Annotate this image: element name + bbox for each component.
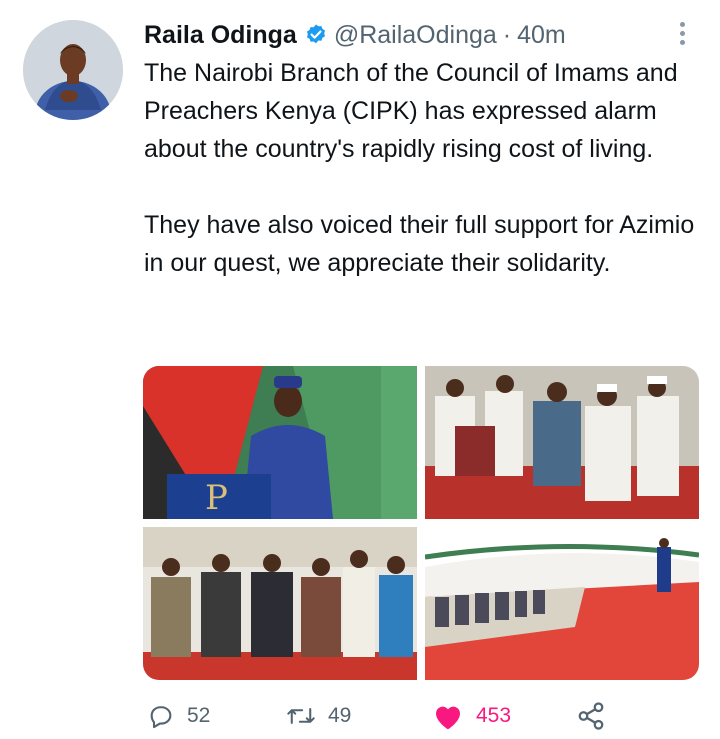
action-bar: 52 49 453 bbox=[0, 698, 720, 734]
author-name[interactable]: Raila Odinga bbox=[144, 21, 297, 50]
svg-text:P: P bbox=[205, 478, 228, 518]
verified-badge-icon bbox=[304, 23, 328, 47]
media-grid: P bbox=[143, 366, 699, 680]
photo-front-row-guests[interactable] bbox=[143, 527, 417, 680]
retweet-button[interactable]: 49 bbox=[286, 698, 351, 734]
tweet-header: Raila Odinga @RailaOdinga · 40m bbox=[144, 18, 566, 52]
photo-seated-audience-closeup[interactable] bbox=[425, 366, 699, 519]
retweet-icon bbox=[287, 708, 315, 724]
reply-button[interactable]: 52 bbox=[147, 698, 210, 734]
like-heart-icon bbox=[436, 706, 460, 730]
header-separator: · bbox=[502, 20, 512, 49]
tweet-text: The Nairobi Branch of the Council of Ima… bbox=[144, 59, 695, 277]
reply-count: 52 bbox=[187, 704, 211, 727]
author-handle[interactable]: @RailaOdinga bbox=[334, 21, 497, 50]
share-button[interactable] bbox=[576, 698, 606, 734]
reply-icon bbox=[150, 706, 172, 729]
share-icon bbox=[578, 702, 604, 730]
author-avatar[interactable] bbox=[23, 20, 123, 120]
like-count: 453 bbox=[476, 704, 512, 727]
avatar-image bbox=[23, 20, 123, 120]
more-options-icon[interactable] bbox=[664, 18, 700, 48]
photo-speaker-at-podium[interactable]: P bbox=[143, 366, 417, 519]
retweet-count: 49 bbox=[328, 704, 352, 727]
tweet-timestamp[interactable]: 40m bbox=[517, 21, 566, 50]
like-button[interactable]: 453 bbox=[432, 698, 511, 734]
photo-wide-tent-audience[interactable] bbox=[425, 527, 699, 680]
